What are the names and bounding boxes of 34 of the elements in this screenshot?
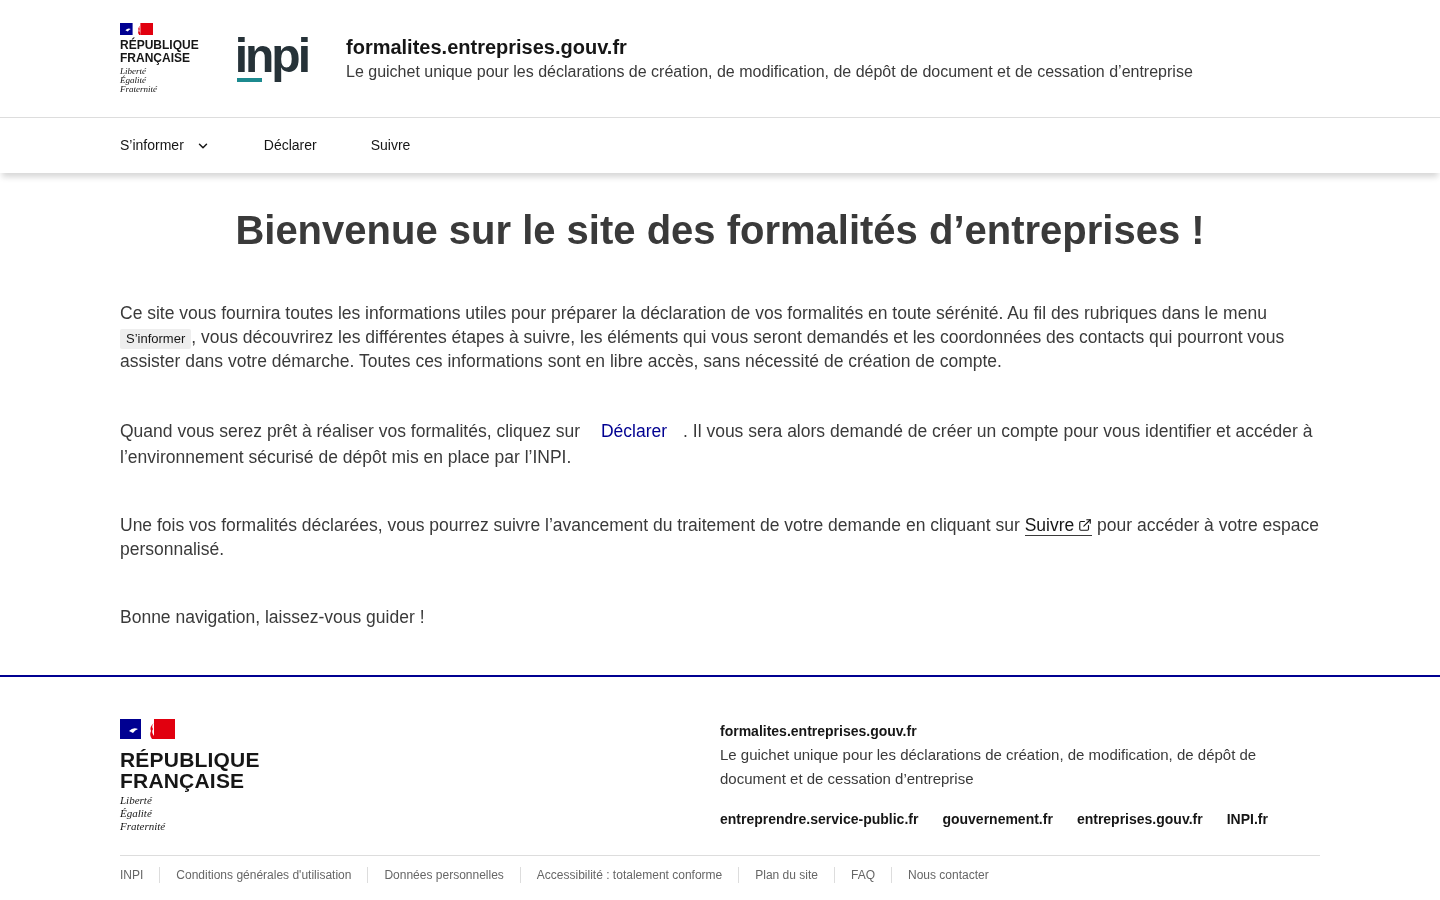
body-paragraph: Bonne navigation, laissez-vous guider ! <box>120 606 426 629</box>
site-tagline: Le guichet unique pour les déclarations de création, de modification, de dépôt de document et de cessation d’entreprise <box>346 61 1193 82</box>
footer-bottom-link[interactable]: Données personnelles <box>384 867 504 883</box>
external-link-icon <box>1078 518 1093 532</box>
footer-link[interactable]: entreprises.gouv.fr <box>1076 807 1203 831</box>
follow-link[interactable]: Suivre <box>1024 515 1093 536</box>
footer-link[interactable]: gouvernement.fr <box>942 807 1053 831</box>
body-paragraph: Quand vous serez prêt à réaliser vos formalités, cliquez sur Déclarer . Il vous sera alors demandé de créer un compte pour vous identifier et accéder à l’environnement sécurisé de dépôt mis en place par l’INPI. <box>120 417 1320 469</box>
footer-bottom-link[interactable]: Accessibilité : totalement conforme <box>536 867 723 883</box>
site-title: formalites.entreprises.gouv.fr <box>346 34 628 60</box>
flag-logo <box>120 23 153 35</box>
logo: inpi <box>234 35 308 82</box>
motto-text: Liberté Égalité Fraternité <box>120 794 166 833</box>
nav-menu-button[interactable]: S’informer <box>120 118 210 173</box>
footer-bottom-link[interactable]: FAQ <box>851 867 875 883</box>
footer-site-title: formalites.entreprises.gouv.fr <box>720 722 918 741</box>
footer-link[interactable]: INPI.fr <box>1226 807 1268 831</box>
footer-bottom-link[interactable]: INPI <box>120 867 144 883</box>
menu-tag: S’informer <box>120 329 192 349</box>
declare-link-button[interactable]: Déclarer <box>584 417 684 445</box>
emblem-title: RÉPUBLIQUE FRANÇAISE <box>120 39 199 65</box>
emblem-title: RÉPUBLIQUE FRANÇAISE <box>120 749 260 791</box>
body-paragraph: Ce site vous fournira toutes les informations utiles pour préparer la déclaration de vos formalités en toute sérénité. Au fil des rubriques dans le menu S’informer , vous découvrirez les différentes étapes à suivre, les éléments qui vous seront demandés et les coordonnées des contacts qui pourront vous assister dans votre démarche. Toutes ces informations sont en libre accès, sans nécessité de création de compte. <box>120 302 1286 373</box>
nav-link[interactable]: Suivre <box>370 118 411 173</box>
body-paragraph: Une fois vos formalités déclarées, vous pourrez suivre l’avancement du traitement de votre demande en cliquant sur Suivre pour accéder à votre espace personnalisé. <box>120 514 1320 561</box>
footer-bottom-link[interactable]: Nous contacter <box>908 867 989 883</box>
footer-bottom-link[interactable]: Conditions générales d'utilisation <box>176 867 352 883</box>
flag-logo <box>120 719 175 739</box>
page-heading: Bienvenue sur le site des formalités d’entreprises ! <box>234 207 1206 254</box>
motto-text: Liberté Égalité Fraternité <box>120 67 157 94</box>
footer-bottom-link[interactable]: Plan du site <box>755 867 818 883</box>
footer-description: Le guichet unique pour les déclarations de création, de modification, de dépôt de document et de cessation d’entreprise <box>720 745 1258 789</box>
nav-link[interactable]: Déclarer <box>263 118 317 173</box>
footer-link[interactable]: entreprendre.service-public.fr <box>720 807 919 831</box>
